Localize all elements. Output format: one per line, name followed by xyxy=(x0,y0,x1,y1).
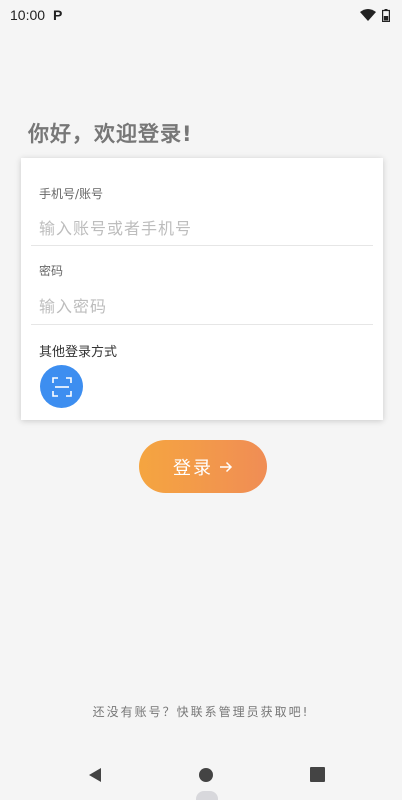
battery-icon xyxy=(382,8,390,22)
account-input[interactable] xyxy=(39,212,369,244)
login-card: 手机号/账号 密码 其他登录方式 xyxy=(21,158,383,420)
other-login-methods-label: 其他登录方式 xyxy=(39,345,118,360)
password-label: 密码 xyxy=(39,264,64,278)
wifi-icon xyxy=(360,9,376,21)
login-button[interactable]: 登录 xyxy=(139,440,267,493)
arrow-right-icon xyxy=(220,461,233,472)
password-input[interactable] xyxy=(39,290,369,322)
status-time: 10:00 xyxy=(10,7,46,23)
account-divider xyxy=(31,245,373,246)
password-divider xyxy=(31,324,373,325)
account-label: 手机号/账号 xyxy=(39,187,104,201)
scan-icon xyxy=(51,376,72,397)
back-icon[interactable] xyxy=(87,767,103,783)
nav-handle[interactable] xyxy=(196,791,218,800)
contact-admin-hint: 还没有账号？快联系管理员获取吧! xyxy=(92,705,310,719)
recent-apps-icon[interactable] xyxy=(310,767,325,782)
login-button-label: 登录 xyxy=(173,457,213,479)
navigation-bar xyxy=(0,755,402,800)
status-left: 10:00 P xyxy=(10,7,62,23)
parking-app-icon: P xyxy=(53,7,63,23)
greeting-title: 你好，欢迎登录! xyxy=(28,122,193,146)
status-right xyxy=(360,8,390,22)
scan-login-button[interactable] xyxy=(40,365,83,408)
home-icon[interactable] xyxy=(198,767,214,783)
status-bar: 10:00 P xyxy=(0,0,402,30)
